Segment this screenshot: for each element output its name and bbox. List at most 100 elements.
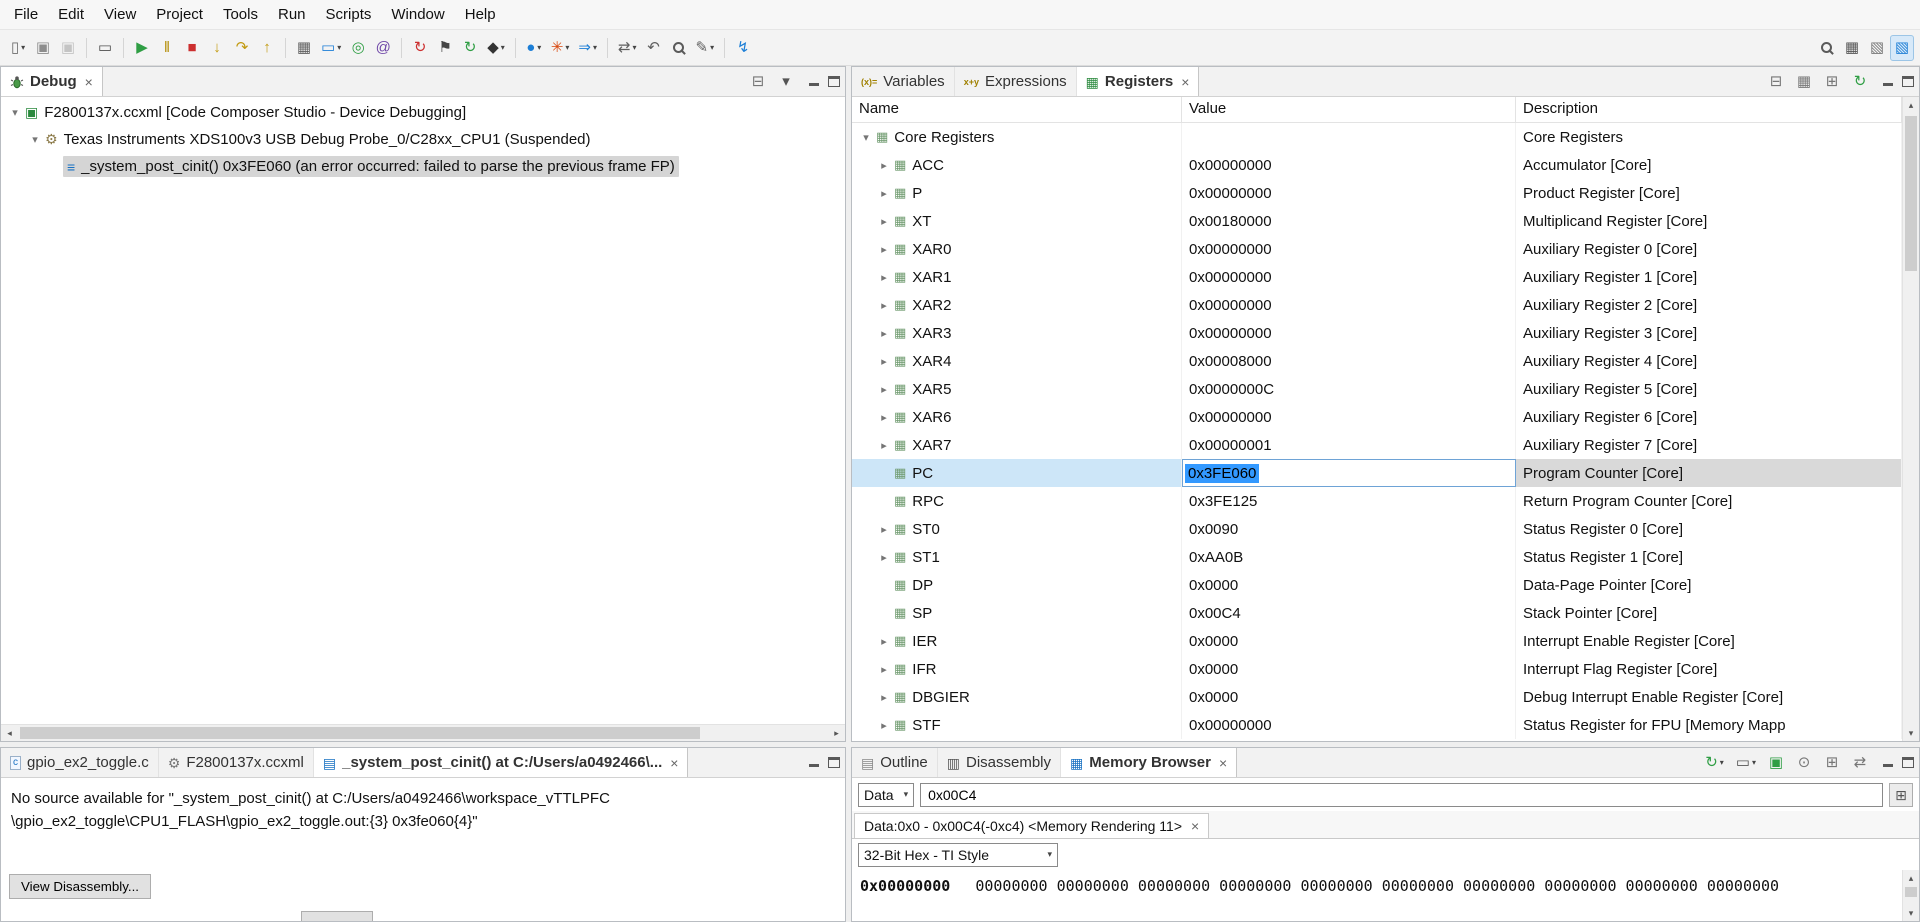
back-icon[interactable]: ↶	[642, 35, 666, 61]
screen-icon[interactable]: ▭ ▾	[1732, 750, 1760, 776]
remove-all-icon[interactable]: ⊟	[746, 69, 770, 95]
menu-tools[interactable]: Tools	[213, 2, 268, 27]
tab-system-post-cinit[interactable]: ▤ _system_post_cinit() at C:/Users/a0492…	[313, 748, 689, 777]
expand-icon[interactable]: ▸	[876, 355, 892, 368]
refresh-icon[interactable]: ↻	[1848, 69, 1872, 95]
breakpoint-icon[interactable]: ● ▾	[522, 35, 546, 61]
highlight-icon[interactable]: ✳ ▾	[547, 35, 574, 61]
register-value-cell[interactable]: 0x00008000	[1182, 347, 1516, 375]
scroll-up-icon[interactable]: ▴	[1903, 870, 1919, 886]
register-value-cell[interactable]: 0x0000	[1182, 683, 1516, 711]
expand-icon[interactable]: ▸	[876, 327, 892, 340]
tab-debug[interactable]: Debug ×	[1, 67, 103, 96]
restart-icon[interactable]: ↻	[458, 35, 482, 61]
menu-help[interactable]: Help	[455, 2, 506, 27]
menu-file[interactable]: File	[4, 2, 48, 27]
step-return-icon[interactable]: ↑	[255, 35, 279, 61]
pin-icon[interactable]: ⊙	[1792, 750, 1816, 776]
expand-icon[interactable]: ▸	[876, 243, 892, 256]
dropdown-caret-icon[interactable]: ▾	[1720, 758, 1724, 767]
memory-address-input[interactable]	[920, 782, 1883, 807]
minimize-icon[interactable]	[1882, 757, 1894, 769]
dropdown-caret-icon[interactable]: ▾	[337, 43, 341, 52]
register-value-cell[interactable]: 0x00000000	[1182, 291, 1516, 319]
expand-icon[interactable]: ▸	[876, 271, 892, 284]
tab-memory-browser[interactable]: ▦ Memory Browser ×	[1061, 748, 1238, 777]
vscroll-thumb[interactable]	[1905, 116, 1917, 271]
save-memory-icon[interactable]: ▣	[1764, 750, 1788, 776]
close-icon[interactable]: ×	[1191, 818, 1199, 834]
maximize-icon[interactable]	[828, 757, 840, 768]
view-disassembly-button[interactable]: View Disassembly...	[9, 874, 152, 899]
console-icon[interactable]: ▭	[93, 35, 117, 61]
register-value-cell[interactable]: 0x00000000	[1182, 235, 1516, 263]
maximize-icon[interactable]	[1902, 76, 1914, 87]
step-into-icon[interactable]: ↓	[205, 35, 229, 61]
register-row-XAR1[interactable]: ▸ ▦ XAR1 0x00000000 Auxiliary Register 1 [Co…	[852, 263, 1902, 291]
expand-icon[interactable]: ▸	[876, 383, 892, 396]
expand-icon[interactable]: ▸	[876, 691, 892, 704]
tab-expressions[interactable]: x+y Expressions	[955, 67, 1077, 96]
screen-capture-icon[interactable]: ▭ ▾	[317, 35, 345, 61]
expand-icon[interactable]: ▸	[876, 523, 892, 536]
tab-f2800137x-ccxml[interactable]: ⚙ F2800137x.ccxml	[159, 748, 314, 777]
menu-scripts[interactable]: Scripts	[316, 2, 382, 27]
close-icon[interactable]: ×	[670, 755, 678, 771]
partial-button[interactable]	[301, 911, 373, 921]
horizontal-scrollbar[interactable]: ◂ ▸	[1, 724, 845, 741]
register-row-ACC[interactable]: ▸ ▦ ACC 0x00000000 Accumulator [Core]	[852, 151, 1902, 179]
new-register-view-icon[interactable]: ⊞	[1820, 69, 1844, 95]
register-value-cell[interactable]: 0x00000000	[1182, 151, 1516, 179]
hscroll-thumb[interactable]	[20, 727, 701, 739]
save-all-icon[interactable]: ▣	[56, 35, 80, 61]
dropdown-caret-icon[interactable]: ▾	[633, 43, 637, 52]
vscroll-track[interactable]	[1903, 886, 1919, 905]
register-value-cell[interactable]: 0x00000000	[1182, 179, 1516, 207]
search-icon[interactable]	[667, 35, 691, 61]
register-value-cell[interactable]: 0x0000	[1182, 571, 1516, 599]
close-icon[interactable]: ×	[85, 74, 93, 90]
register-value-cell[interactable]: 0x0090	[1182, 515, 1516, 543]
vertical-scrollbar[interactable]: ▴ ▾	[1902, 870, 1919, 921]
ccs-edit-perspective-icon[interactable]: ▧	[1865, 35, 1889, 61]
register-value-cell[interactable]: 0x0000	[1182, 627, 1516, 655]
vertical-scrollbar[interactable]: ▴ ▾	[1902, 97, 1919, 741]
scroll-left-icon[interactable]: ◂	[1, 725, 18, 741]
reset-icon[interactable]: ↻	[408, 35, 432, 61]
register-value-cell[interactable]: 0x0000	[1182, 655, 1516, 683]
tab-registers[interactable]: ▦ Registers ×	[1076, 67, 1200, 96]
new-tab-icon[interactable]: ⊞	[1820, 750, 1844, 776]
register-row-XAR7[interactable]: ▸ ▦ XAR7 0x00000001 Auxiliary Register 7 [Co…	[852, 431, 1902, 459]
register-row-IER[interactable]: ▸ ▦ IER 0x0000 Interrupt Enable Register [Co…	[852, 627, 1902, 655]
memory-format-select[interactable]: 32-Bit Hex - TI Style ▾	[858, 842, 1058, 867]
expand-icon[interactable]: ▸	[876, 187, 892, 200]
register-row-XAR2[interactable]: ▸ ▦ XAR2 0x00000000 Auxiliary Register 2 [Co…	[852, 291, 1902, 319]
register-row-ST0[interactable]: ▸ ▦ ST0 0x0090 Status Register 0 [Core]	[852, 515, 1902, 543]
memory-rendering-tab[interactable]: Data:0x0 - 0x00C4(-0xc4) <Memory Renderi…	[854, 813, 1210, 838]
maximize-icon[interactable]	[828, 76, 840, 87]
register-row-XAR5[interactable]: ▸ ▦ XAR5 0x0000000C Auxiliary Register 5 [Co…	[852, 375, 1902, 403]
expand-icon[interactable]: ▸	[876, 663, 892, 676]
expand-icon[interactable]: ▸	[876, 411, 892, 424]
expand-icon[interactable]: ▸	[876, 719, 892, 732]
view-grid-icon[interactable]: ▦	[292, 35, 316, 61]
minimize-icon[interactable]	[808, 76, 820, 88]
go-button[interactable]: ⊞	[1889, 782, 1913, 807]
expand-icon[interactable]: ▸	[876, 439, 892, 452]
expand-icon[interactable]: ▸	[876, 159, 892, 172]
debug-node-target-config[interactable]: ▾ ▣ F2800137x.ccxml [Code Composer Studi…	[1, 99, 845, 126]
register-row-PC[interactable]: ▦ PC 0x3FE060 Program Counter [Core]	[852, 459, 1902, 487]
tab-gpio-ex2-toggle-c[interactable]: c gpio_ex2_toggle.c	[1, 748, 159, 777]
register-value-cell[interactable]: 0x00000000	[1182, 319, 1516, 347]
close-icon[interactable]: ×	[1219, 755, 1227, 771]
register-row-XT[interactable]: ▸ ▦ XT 0x00180000 Multiplicand Register [Cor…	[852, 207, 1902, 235]
dropdown-caret-icon[interactable]: ▾	[537, 43, 541, 52]
column-header-name[interactable]: Name	[852, 97, 1182, 122]
column-header-value[interactable]: Value	[1182, 97, 1516, 122]
close-icon[interactable]: ×	[1181, 74, 1189, 90]
connect-icon[interactable]: ↯	[731, 35, 755, 61]
collapse-all-icon[interactable]: ⊟	[1764, 69, 1788, 95]
register-row-IFR[interactable]: ▸ ▦ IFR 0x0000 Interrupt Flag Register [Core…	[852, 655, 1902, 683]
memory-at-icon[interactable]: @	[371, 35, 395, 61]
new-file-icon[interactable]: ▯ ▾	[6, 35, 30, 61]
